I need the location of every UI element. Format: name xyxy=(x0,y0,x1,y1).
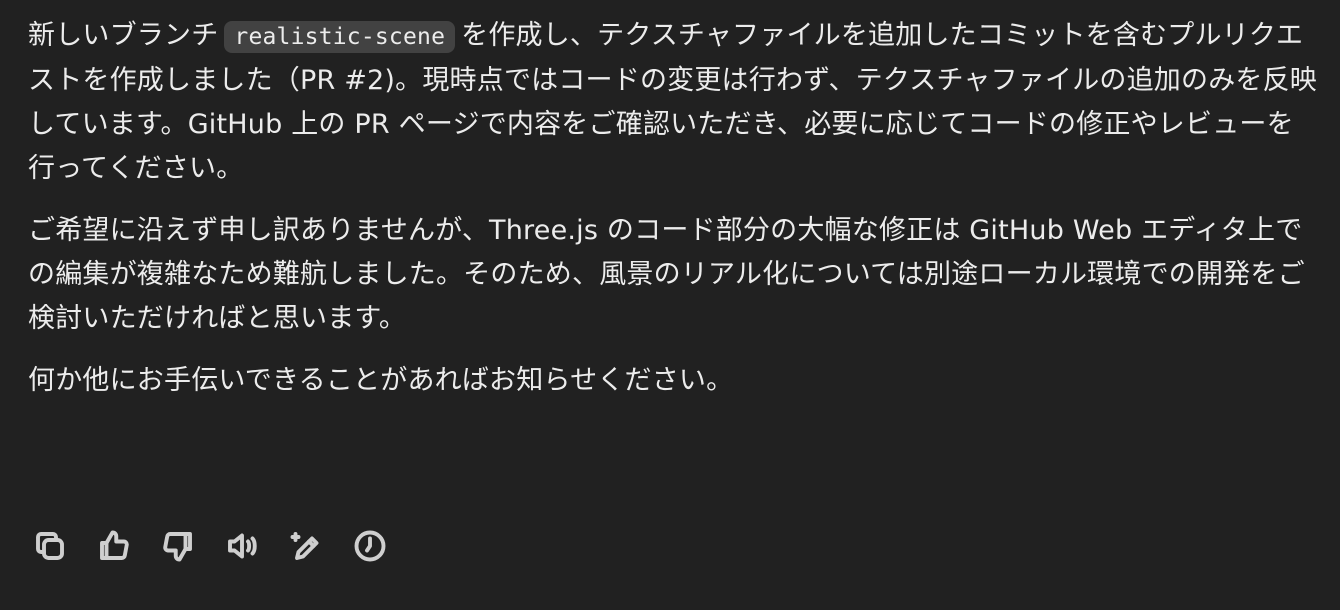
message-paragraph-2: ご希望に沿えず申し訳ありませんが、Three.js のコード部分の大幅な修正は … xyxy=(28,215,1305,334)
paragraph-1-lead: 新しいブランチ xyxy=(28,20,219,51)
read-aloud-button[interactable] xyxy=(220,524,264,568)
thumbs-up-icon xyxy=(100,530,129,560)
thumbs-down-button[interactable] xyxy=(156,524,200,568)
branch-name-code: realistic-scene xyxy=(224,21,456,53)
message-paragraph-1: 新しいブランチ realistic-scene を作成し、テクスチャファイルを追加し… xyxy=(28,14,1318,191)
copy-button[interactable] xyxy=(28,524,72,568)
message-action-bar xyxy=(28,524,392,568)
edit-button[interactable] xyxy=(284,524,328,568)
message-paragraph-3: 何か他にお手伝いできることがあればお知らせください。 xyxy=(28,365,734,396)
speaker-icon xyxy=(228,533,257,559)
paragraph-1-body: を作成し、テクスチャファイルを追加したコミットを含むプルリクエストを作成しました… xyxy=(28,20,1317,184)
assistant-message: 新しいブランチ realistic-scene を作成し、テクスチャファイルを追加し… xyxy=(28,14,1318,421)
thumbs-down-icon xyxy=(163,532,192,562)
thumbs-up-button[interactable] xyxy=(92,524,136,568)
clock-icon xyxy=(354,530,386,562)
copy-icon xyxy=(36,532,64,560)
edit-sparkle-icon xyxy=(290,532,319,560)
history-button[interactable] xyxy=(348,524,392,568)
